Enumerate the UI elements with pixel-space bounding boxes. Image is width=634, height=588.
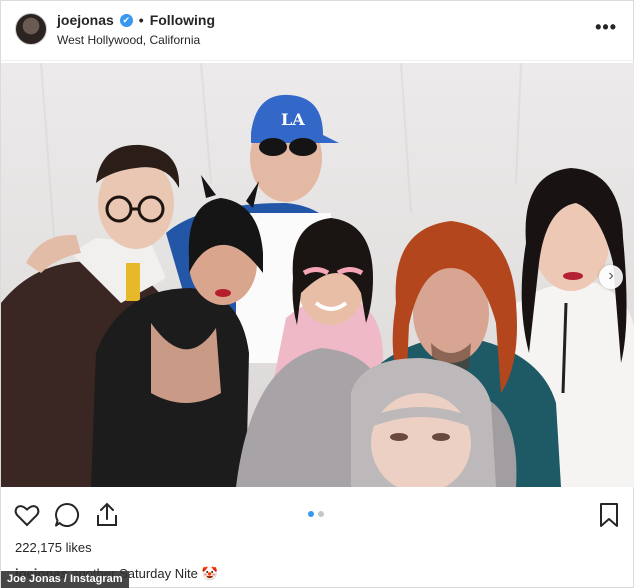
photo-credit: Joe Jonas / Instagram	[1, 571, 129, 588]
avatar[interactable]	[15, 13, 47, 45]
bookmark-icon[interactable]	[595, 501, 623, 529]
svg-text:LA: LA	[281, 110, 305, 129]
next-image-button[interactable]: ›	[599, 265, 623, 289]
separator-dot: •	[138, 12, 144, 28]
more-options-icon[interactable]: •••	[595, 17, 617, 38]
photo-illustration: LA	[1, 63, 634, 487]
username-link[interactable]: joejonas	[57, 12, 114, 28]
likes-count[interactable]: 222,175 likes	[15, 540, 92, 555]
following-button[interactable]: Following	[150, 12, 215, 28]
carousel-dot	[318, 511, 324, 517]
user-row: joejonas ✔ • Following	[57, 12, 215, 28]
heart-icon[interactable]	[13, 501, 41, 529]
carousel-dot-active	[308, 511, 314, 517]
carousel-indicator	[308, 511, 324, 517]
share-icon[interactable]	[93, 501, 121, 529]
verified-badge-icon: ✔	[119, 13, 133, 27]
post-header: joejonas ✔ • Following West Hollywood, C…	[1, 1, 634, 61]
comment-icon[interactable]	[53, 501, 81, 529]
post-photo[interactable]: LA ›	[1, 63, 634, 487]
location-link[interactable]: West Hollywood, California	[57, 33, 200, 47]
action-bar	[1, 501, 634, 535]
instagram-post: joejonas ✔ • Following West Hollywood, C…	[0, 0, 634, 588]
